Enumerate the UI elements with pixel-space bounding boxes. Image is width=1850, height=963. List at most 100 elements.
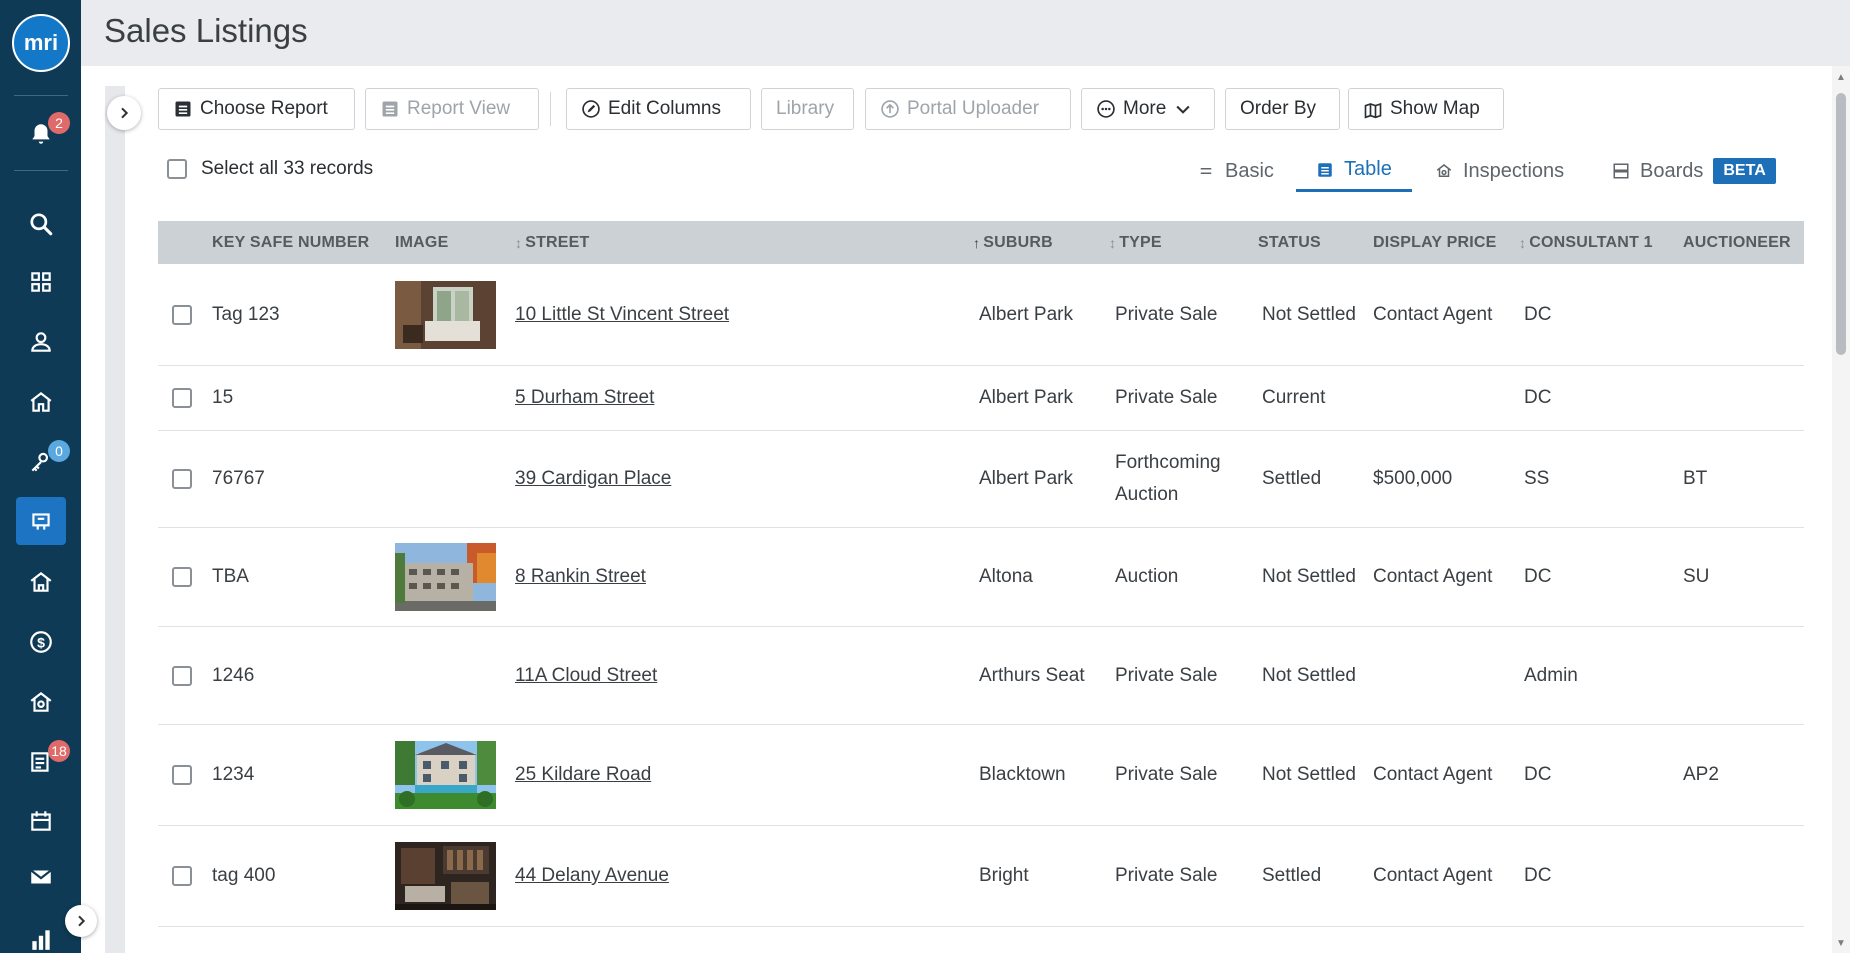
street-link[interactable]: 44 Delany Avenue: [515, 860, 669, 892]
street-link-cell[interactable]: 25 Kildare Road: [515, 725, 955, 825]
filter-rail: [105, 86, 125, 953]
table-row[interactable]: Tag 123 10 Little St Vincent Street Albert…: [158, 265, 1804, 366]
sidebar-item-search[interactable]: [16, 200, 66, 248]
street-link-cell[interactable]: 5 Durham Street: [515, 366, 955, 430]
tab-boards[interactable]: Boards BETA: [1612, 150, 1776, 192]
cell-type-text: Private Sale: [1115, 387, 1218, 408]
calendar-icon: [31, 811, 51, 831]
cell-consultant-text: DC: [1524, 764, 1552, 785]
sidebar-item-inspections[interactable]: [16, 678, 66, 726]
column-header-display-price[interactable]: DISPLAY PRICE: [1373, 221, 1497, 264]
column-header-key-safe[interactable]: KEY SAFE NUMBER: [212, 221, 369, 264]
cell-display-price-text: Contact Agent: [1373, 566, 1493, 587]
street-link-cell[interactable]: 44 Delany Avenue: [515, 826, 955, 926]
column-header-label: IMAGE: [395, 233, 449, 251]
row-checkbox[interactable]: [172, 305, 192, 325]
pencil-circle-icon: [582, 100, 600, 118]
column-header-status[interactable]: STATUS: [1258, 221, 1321, 264]
tab-basic-label: Basic: [1225, 159, 1274, 182]
row-checkbox[interactable]: [172, 665, 192, 686]
cell-consultant-cell: DC: [1524, 725, 1674, 825]
street-link-cell[interactable]: 39 Cardigan Place: [515, 431, 955, 527]
cell-suburb-text: Arthurs Seat: [979, 664, 1085, 686]
cell-suburb-cell: Bright: [979, 826, 1099, 926]
column-header-label: DISPLAY PRICE: [1373, 233, 1497, 251]
vertical-scrollbar[interactable]: ▲ ▼: [1832, 66, 1850, 953]
tab-inspections[interactable]: Inspections: [1435, 150, 1564, 192]
table-row[interactable]: TBA 8 Rankin Street Altona Auction Not Settl…: [158, 528, 1804, 627]
sidebar-expand-button[interactable]: [65, 905, 97, 937]
street-link[interactable]: 10 Little St Vincent Street: [515, 299, 729, 331]
sales-listing-icon: [32, 513, 50, 530]
sidebar-item-rentals[interactable]: [16, 558, 66, 606]
sort-icon: ↕: [1519, 234, 1527, 251]
row-checkbox[interactable]: [172, 469, 192, 489]
sidebar-item-properties[interactable]: [16, 378, 66, 426]
column-header-label: SUBURB: [983, 233, 1053, 251]
cell-auctioneer-cell: [1683, 826, 1793, 926]
cell-type-cell: Auction: [1115, 528, 1255, 626]
sidebar-item-leads[interactable]: 0: [16, 438, 70, 486]
street-link[interactable]: 39 Cardigan Place: [515, 463, 671, 495]
street-link-cell[interactable]: 10 Little St Vincent Street: [515, 265, 955, 365]
street-link-cell[interactable]: 11A Cloud Street: [515, 627, 955, 724]
library-button[interactable]: Library: [761, 88, 854, 130]
column-header-type[interactable]: ↕ TYPE: [1109, 221, 1162, 264]
table-row[interactable]: tag 400 44 Delany Avenue Bright Private Sal…: [158, 826, 1804, 927]
listing-thumbnail[interactable]: [395, 543, 496, 611]
row-checkbox[interactable]: [172, 567, 192, 587]
column-header-auctioneer[interactable]: AUCTIONEER: [1683, 221, 1791, 264]
row-checkbox[interactable]: [172, 866, 192, 886]
street-link[interactable]: 8 Rankin Street: [515, 561, 646, 593]
sidebar-item-calendar[interactable]: [16, 797, 66, 845]
choose-report-label: Choose Report: [200, 98, 328, 119]
cell-key-safe-cell: 76767: [212, 431, 362, 527]
select-all-checkbox[interactable]: [167, 159, 187, 179]
listing-thumbnail[interactable]: [395, 281, 496, 349]
cell-suburb-cell: Albert Park: [979, 265, 1099, 365]
row-checkbox-cell: [172, 366, 192, 430]
table-row[interactable]: 76767 39 Cardigan Place Albert Park Forthco…: [158, 431, 1804, 528]
sidebar-item-notifications[interactable]: 2: [16, 110, 70, 158]
filter-panel-toggle[interactable]: [107, 96, 141, 130]
column-header-consultant[interactable]: ↕ CONSULTANT 1: [1519, 221, 1653, 264]
table-row[interactable]: 1234 25 Kildare Road Blacktown Private Sale…: [158, 725, 1804, 826]
choose-report-button[interactable]: Choose Report: [158, 88, 355, 130]
tab-basic[interactable]: Basic: [1197, 150, 1274, 192]
column-header-label: TYPE: [1119, 233, 1162, 251]
more-dropdown[interactable]: More: [1081, 88, 1215, 130]
sidebar-item-dashboard[interactable]: [16, 258, 66, 306]
report-view-button[interactable]: Report View: [365, 88, 539, 130]
street-link[interactable]: 25 Kildare Road: [515, 759, 651, 791]
scroll-up-icon[interactable]: ▲: [1836, 72, 1846, 83]
house-icon: [30, 391, 52, 412]
mri-logo[interactable]: mri: [12, 14, 70, 72]
row-checkbox-cell: [172, 431, 192, 527]
street-link[interactable]: 5 Durham Street: [515, 382, 654, 414]
cell-display-price-cell: Contact Agent: [1373, 528, 1513, 626]
sidebar-item-sales-listings[interactable]: [16, 497, 66, 545]
column-header-suburb[interactable]: ↑ SUBURB: [973, 221, 1053, 264]
table-row[interactable]: 15 5 Durham Street Albert Park Private Sale…: [158, 366, 1804, 431]
cell-auctioneer-cell: [1683, 265, 1793, 365]
street-link[interactable]: 11A Cloud Street: [515, 660, 657, 692]
edit-columns-button[interactable]: Edit Columns: [566, 88, 751, 130]
listing-thumbnail[interactable]: [395, 842, 496, 910]
sidebar-item-mail[interactable]: [16, 853, 66, 901]
row-checkbox[interactable]: [172, 765, 192, 785]
row-checkbox[interactable]: [172, 388, 192, 408]
table-row[interactable]: 1246 11A Cloud Street Arthurs Seat Private …: [158, 627, 1804, 725]
scroll-down-icon[interactable]: ▼: [1836, 938, 1846, 949]
street-link-cell[interactable]: 8 Rankin Street: [515, 528, 955, 626]
sidebar-item-contacts[interactable]: [16, 318, 66, 366]
listing-thumbnail[interactable]: [395, 741, 496, 809]
sidebar-item-finance[interactable]: $: [16, 618, 66, 666]
tab-table[interactable]: Table: [1296, 150, 1412, 192]
column-header-street[interactable]: ↕ STREET: [515, 221, 590, 264]
scrollbar-thumb[interactable]: [1836, 93, 1846, 355]
order-by-button[interactable]: Order By: [1225, 88, 1340, 130]
show-map-button[interactable]: Show Map: [1348, 88, 1504, 130]
sidebar-item-tasks[interactable]: 18: [16, 738, 70, 786]
portal-uploader-button[interactable]: Portal Uploader: [865, 88, 1071, 130]
sidebar-item-reports[interactable]: [16, 915, 66, 963]
